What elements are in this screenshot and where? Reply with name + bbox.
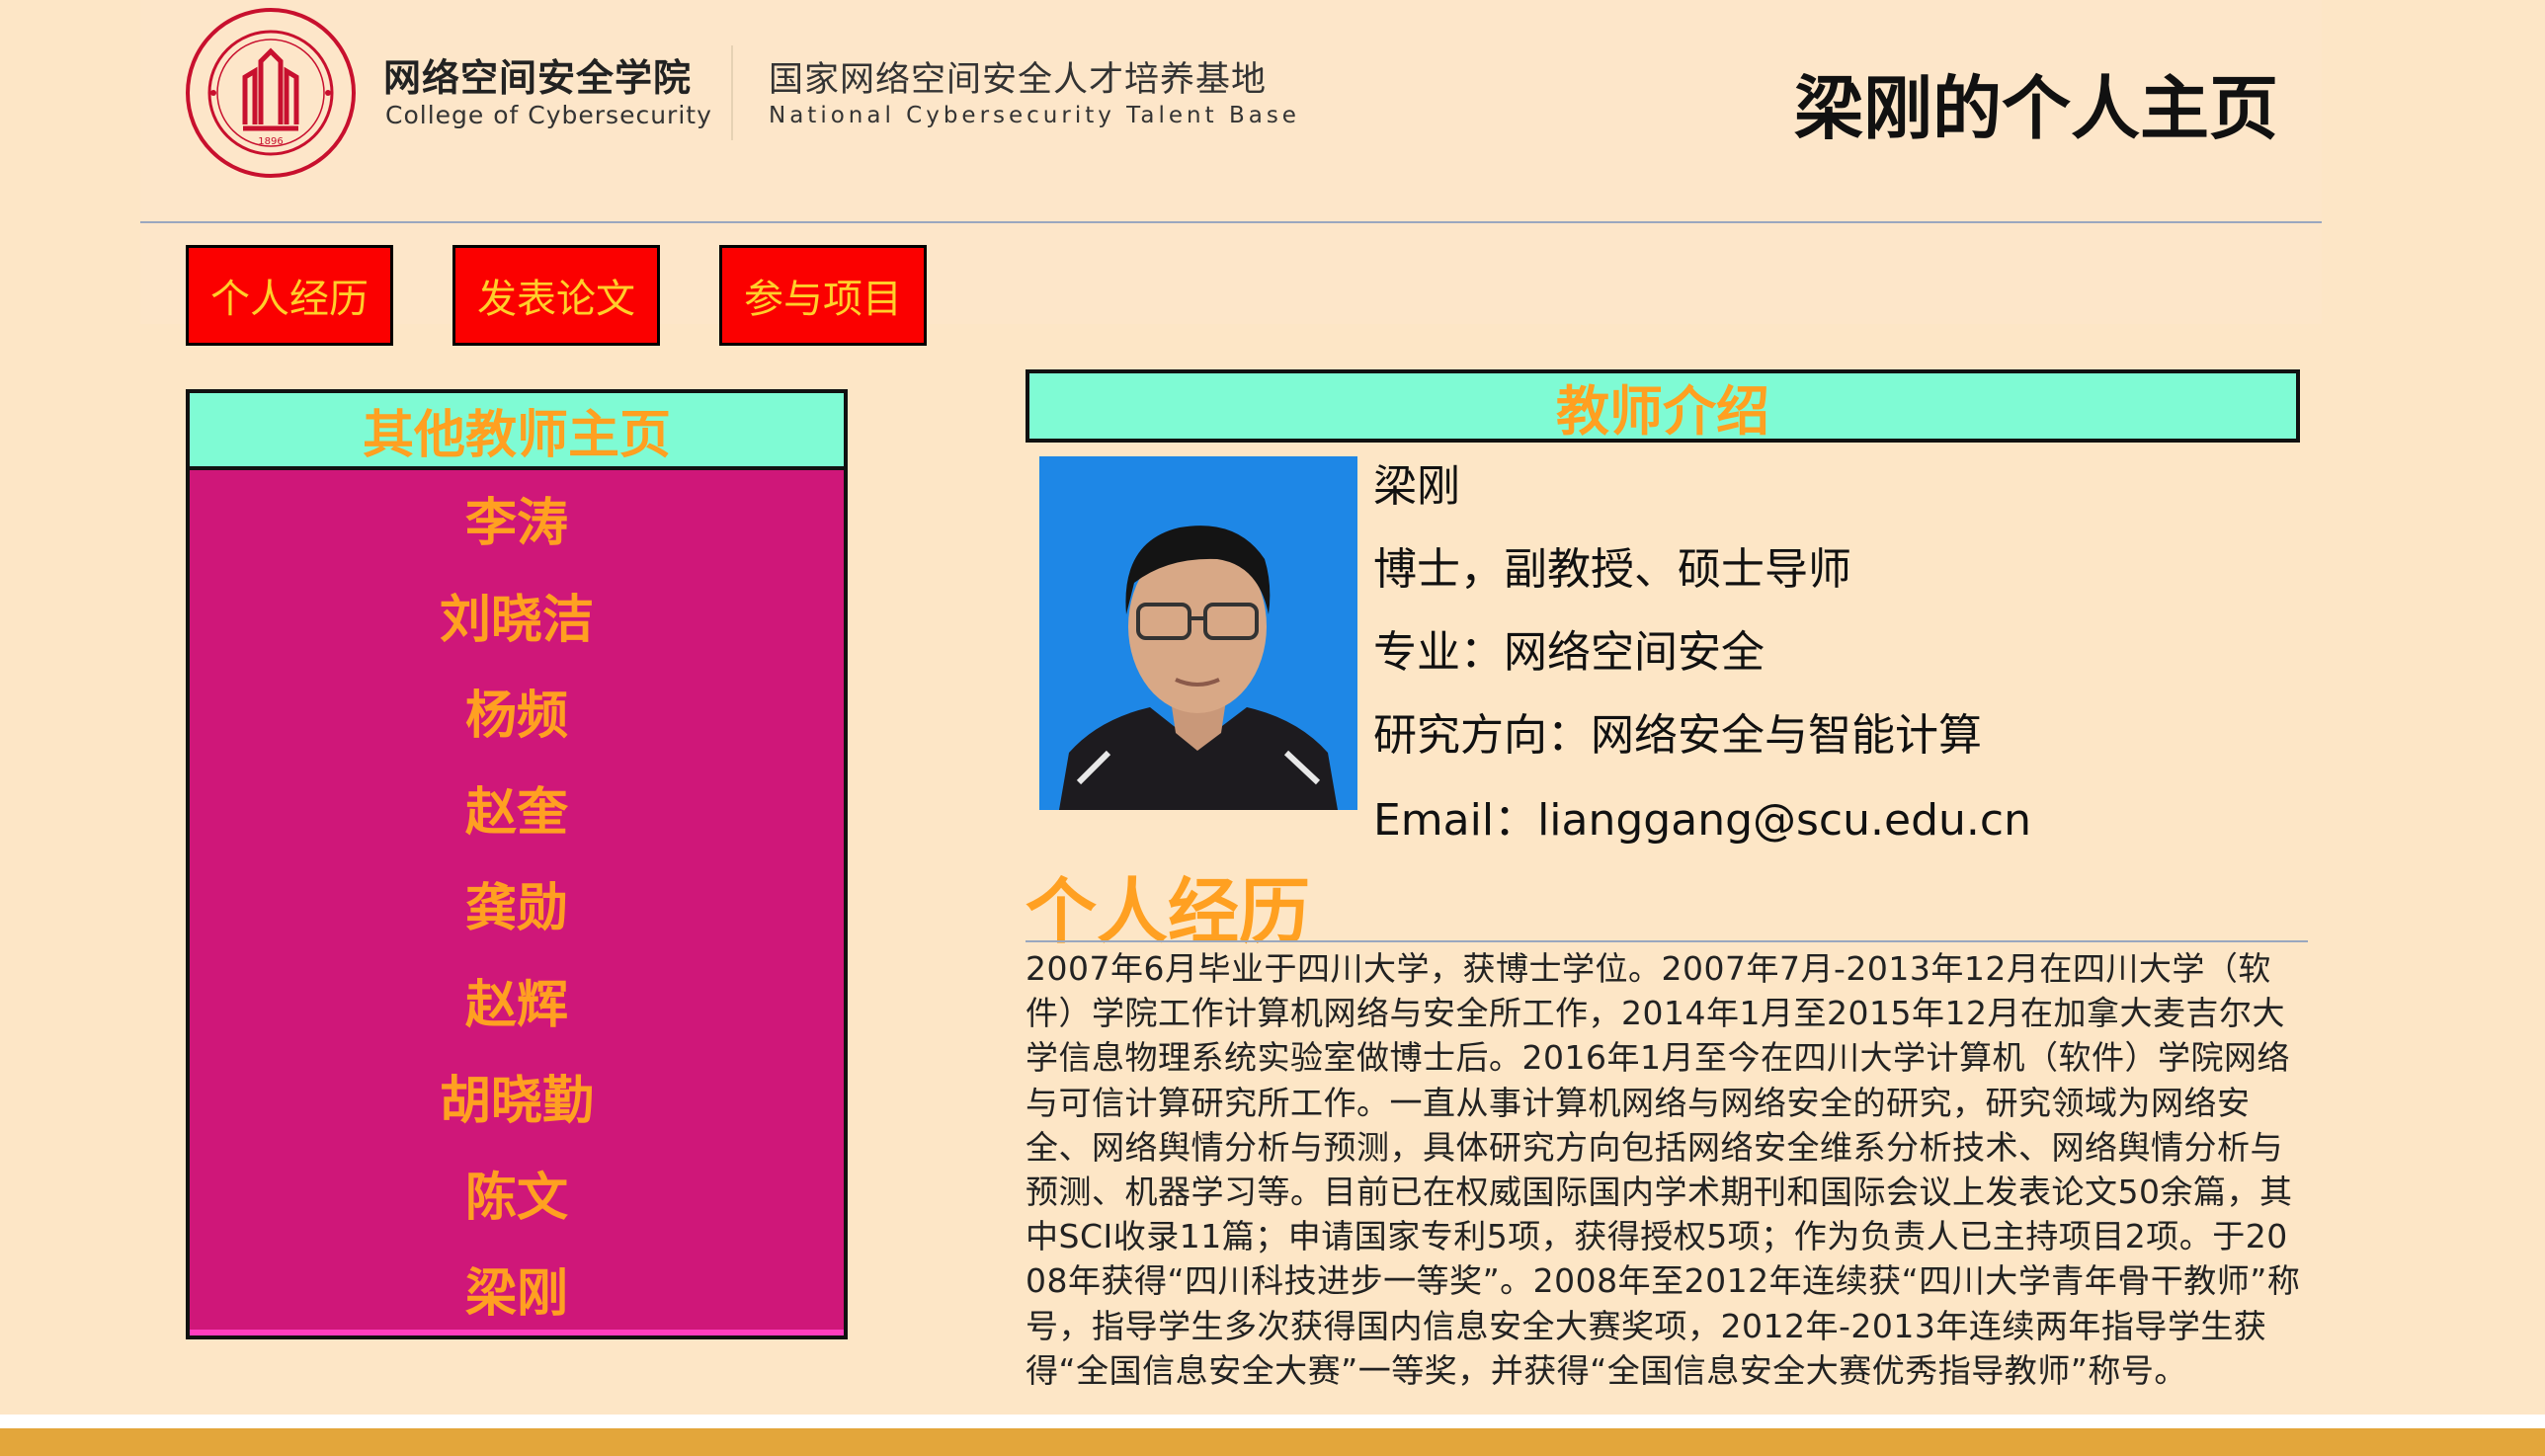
talent-base-name-en: National Cybersecurity Talent Base — [769, 103, 1300, 128]
experience-text: 2007年6月毕业于四川大学，获博士学位。2007年7月-2013年12月在四川… — [1026, 949, 2301, 1390]
logo-divider — [731, 45, 733, 140]
teacher-link-li-tao[interactable]: 李涛 — [190, 470, 844, 567]
nav-button-projects[interactable]: 参与项目 — [719, 245, 927, 346]
teacher-link-zhao-hui[interactable]: 赵辉 — [190, 952, 844, 1049]
teacher-link-yang-pin[interactable]: 杨频 — [190, 663, 844, 760]
page-title: 梁刚的个人主页 — [1794, 68, 2278, 149]
teacher-link-gong-xun[interactable]: 龚勋 — [190, 855, 844, 952]
university-seal-logo[interactable]: 1896 — [184, 6, 358, 180]
teacher-link-liang-gang[interactable]: 梁刚 — [190, 1241, 844, 1337]
teacher-title: 博士，副教授、硕士导师 — [1373, 544, 1851, 595]
site-header: 1896 网络空间安全学院 College of Cybersecurity 国… — [140, 0, 2322, 223]
footer-gap — [0, 1415, 2545, 1428]
college-name-en: College of Cybersecurity — [385, 101, 712, 129]
teacher-list: 李涛 刘晓洁 杨频 赵奎 龚勋 赵辉 胡晓勤 陈文 梁刚 — [190, 470, 844, 1337]
teacher-portrait-photo — [1039, 456, 1357, 810]
sidebar-bottom-border — [190, 1330, 844, 1335]
nav-button-experience[interactable]: 个人经历 — [186, 245, 393, 346]
teacher-intro-header: 教师介绍 — [1026, 369, 2300, 443]
talent-base-name-cn: 国家网络空间安全人才培养基地 — [769, 60, 1268, 100]
teacher-link-chen-wen[interactable]: 陈文 — [190, 1145, 844, 1242]
teacher-major: 专业：网络空间安全 — [1373, 627, 1765, 678]
teacher-name: 梁刚 — [1373, 461, 1460, 512]
college-name-cn: 网络空间安全学院 — [383, 56, 693, 100]
teacher-research-area: 研究方向：网络安全与智能计算 — [1373, 710, 1982, 761]
teacher-link-hu-xiaoqin[interactable]: 胡晓勤 — [190, 1048, 844, 1145]
experience-divider — [1026, 940, 2308, 942]
sidebar-title: 其他教师主页 — [190, 393, 844, 470]
other-teachers-sidebar: 其他教师主页 李涛 刘晓洁 杨频 赵奎 龚勋 赵辉 胡晓勤 陈文 梁刚 — [186, 389, 848, 1339]
teacher-email[interactable]: Email：lianggang@scu.edu.cn — [1373, 784, 2031, 848]
teacher-link-zhao-kui[interactable]: 赵奎 — [190, 760, 844, 856]
nav-button-papers[interactable]: 发表论文 — [452, 245, 660, 346]
footer-bar — [0, 1428, 2545, 1456]
teacher-link-liu-xiaojie[interactable]: 刘晓洁 — [190, 567, 844, 664]
svg-text:1896: 1896 — [258, 136, 283, 147]
